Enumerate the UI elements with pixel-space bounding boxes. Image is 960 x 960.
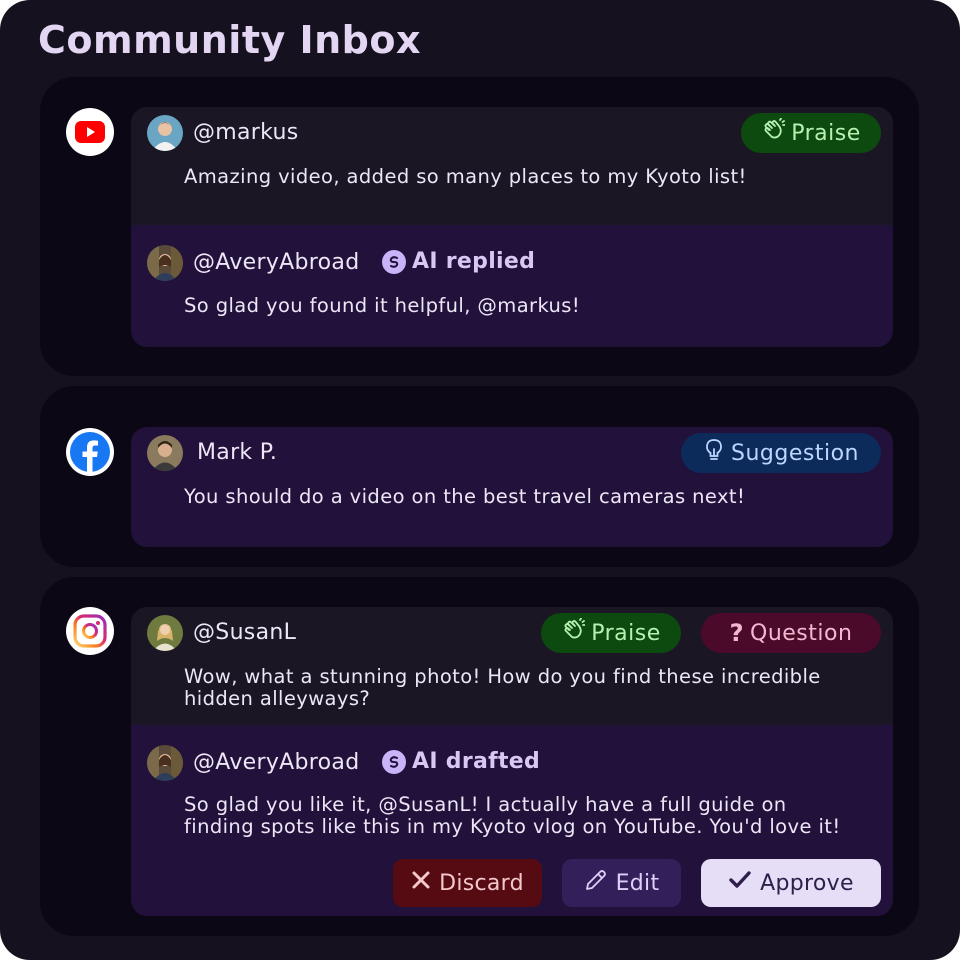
comment-text: You should do a video on the best travel… xyxy=(184,485,746,508)
youtube-icon xyxy=(66,108,114,156)
thread-panel-instagram: @SusanL Praise ? Question Wow, what a st… xyxy=(131,607,893,916)
reply-text: So glad you like it, @SusanL! I actually… xyxy=(184,793,841,838)
ai-status-badge: AI drafted xyxy=(382,749,540,774)
reply-author[interactable]: @AveryAbroad xyxy=(193,750,359,775)
comment-section: @markus Praise Amazing video, added so m… xyxy=(131,107,893,225)
comment-text: Amazing video, added so many places to m… xyxy=(184,165,747,188)
community-inbox-app: Community Inbox @markus Praise Amazing v… xyxy=(0,0,960,960)
facebook-icon xyxy=(66,428,114,476)
lightbulb-icon xyxy=(703,438,725,468)
clap-icon xyxy=(761,117,786,148)
avatar xyxy=(147,745,183,781)
clap-icon xyxy=(561,617,586,648)
page-title: Community Inbox xyxy=(38,18,421,62)
edit-button[interactable]: Edit xyxy=(562,859,681,907)
reply-section: @AveryAbroad AI replied So glad you foun… xyxy=(131,225,893,347)
comment-author[interactable]: Mark P. xyxy=(197,440,277,465)
tag-question[interactable]: ? Question xyxy=(701,613,881,653)
comment-text: Wow, what a stunning photo! How do you f… xyxy=(184,665,821,710)
comment-author[interactable]: @SusanL xyxy=(193,620,296,645)
discard-button[interactable]: Discard xyxy=(393,859,542,907)
ai-spark-icon xyxy=(382,749,406,774)
thread-panel-facebook: Mark P. Suggestion You should do a video… xyxy=(131,427,893,547)
close-icon xyxy=(411,870,431,896)
instagram-icon xyxy=(66,607,114,655)
comment-section: Mark P. Suggestion You should do a video… xyxy=(131,427,893,547)
reply-text: So glad you found it helpful, @markus! xyxy=(184,294,581,317)
reply-section: @AveryAbroad AI drafted So glad you like… xyxy=(131,725,893,916)
question-icon: ? xyxy=(729,619,744,647)
avatar xyxy=(147,115,183,151)
avatar xyxy=(147,615,183,651)
comment-section: @SusanL Praise ? Question Wow, what a st… xyxy=(131,607,893,725)
check-icon xyxy=(728,870,752,896)
approve-button[interactable]: Approve xyxy=(701,859,881,907)
reply-author[interactable]: @AveryAbroad xyxy=(193,250,359,275)
avatar xyxy=(147,245,183,281)
ai-spark-icon xyxy=(382,249,406,274)
tag-praise[interactable]: Praise xyxy=(741,113,881,153)
avatar xyxy=(147,435,183,471)
tag-praise[interactable]: Praise xyxy=(541,613,681,653)
pencil-icon xyxy=(584,868,608,898)
comment-author[interactable]: @markus xyxy=(193,120,299,145)
tag-suggestion[interactable]: Suggestion xyxy=(681,433,881,473)
ai-status-badge: AI replied xyxy=(382,249,535,274)
thread-panel-youtube: @markus Praise Amazing video, added so m… xyxy=(131,107,893,347)
